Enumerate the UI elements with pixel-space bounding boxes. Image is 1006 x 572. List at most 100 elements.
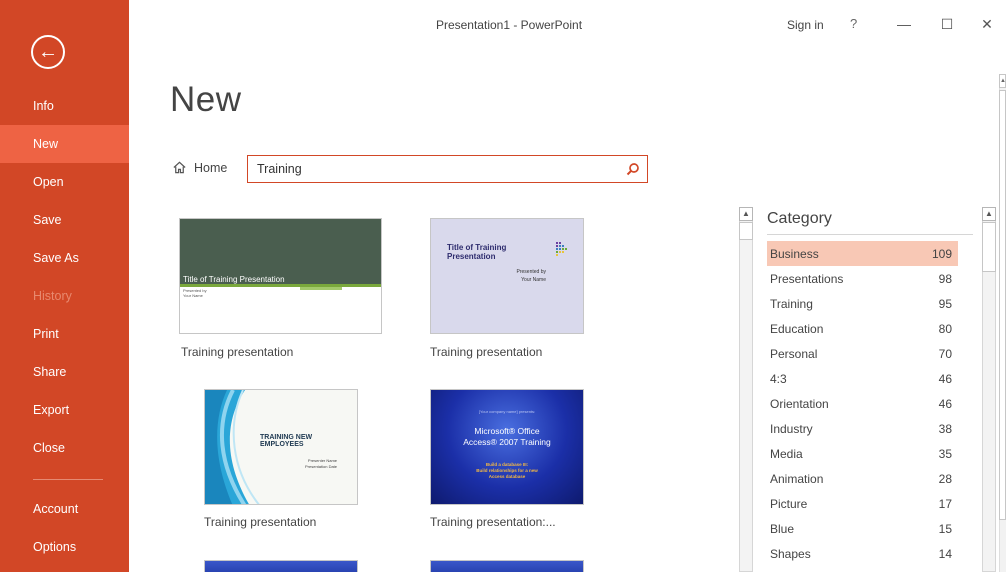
category-count: 38 xyxy=(938,421,952,436)
category-list: Business 109 Presentations 98 Training 95 E… xyxy=(767,241,958,566)
template-caption-4[interactable]: Training presentation:... xyxy=(430,515,556,529)
window-title: Presentation1 - PowerPoint xyxy=(435,18,583,32)
category-item-presentations[interactable]: Presentations 98 xyxy=(767,266,958,291)
nav-history-label: History xyxy=(33,289,72,303)
category-count: 46 xyxy=(938,396,952,411)
scroll-up-arrow-icon[interactable]: ▲ xyxy=(739,207,753,221)
category-item-blue[interactable]: Blue 15 xyxy=(767,516,958,541)
category-item-picture[interactable]: Picture 17 xyxy=(767,491,958,516)
thumb-title: Title of Training Presentation xyxy=(447,243,506,262)
template-caption-3[interactable]: Training presentation xyxy=(204,515,316,529)
thumb-subtitle: Presenter Name Presentation Date xyxy=(305,458,337,470)
category-name: Business xyxy=(770,246,819,261)
thumb-title-line: Access® 2007 Training xyxy=(463,436,551,447)
category-item-animation[interactable]: Animation 28 xyxy=(767,466,958,491)
nav-new-label: New xyxy=(33,137,59,151)
category-name: Picture xyxy=(770,496,808,511)
category-count: 14 xyxy=(938,546,952,561)
thumb-subtitle: Presented by Your Name xyxy=(517,269,546,284)
nav-account[interactable]: Account xyxy=(0,490,129,528)
template-thumbnail-3[interactable]: Training New Employees Presenter Name Pr… xyxy=(204,389,358,505)
maximize-icon[interactable]: ☐ xyxy=(934,12,960,36)
nav-print[interactable]: Print xyxy=(0,315,129,353)
category-item-industry[interactable]: Industry 38 xyxy=(767,416,958,441)
template-caption-2[interactable]: Training presentation xyxy=(430,345,542,359)
category-item-personal[interactable]: Personal 70 xyxy=(767,341,958,366)
scrollbar-thumb[interactable] xyxy=(982,222,996,272)
nav-share[interactable]: Share xyxy=(0,353,129,391)
nav-open-label: Open xyxy=(33,175,64,189)
category-heading: Category xyxy=(767,210,832,227)
dot-grid-decoration xyxy=(556,242,567,256)
scroll-up-arrow-icon[interactable]: ▲ xyxy=(999,74,1006,88)
category-item-media[interactable]: Media 35 xyxy=(767,441,958,466)
backstage-sidebar: ← Info New Open Save Save As History Pri… xyxy=(0,0,129,572)
category-item-orientation[interactable]: Orientation 46 xyxy=(767,391,958,416)
thumb-subtitle-line: Access database xyxy=(488,474,526,480)
nav-options[interactable]: Options xyxy=(0,528,129,566)
nav-account-label: Account xyxy=(33,502,79,516)
minimize-icon[interactable]: — xyxy=(891,12,917,36)
category-count: 35 xyxy=(938,446,952,461)
category-name: Media xyxy=(770,446,803,461)
category-name: Industry xyxy=(770,421,813,436)
scroll-up-arrow-icon[interactable]: ▲ xyxy=(982,207,996,221)
home-icon xyxy=(173,161,186,174)
template-thumbnail-1[interactable]: Title of Training Presentation Presented… xyxy=(179,218,382,334)
powerpoint-backstage: ← Info New Open Save Save As History Pri… xyxy=(0,0,1006,572)
nav-share-label: Share xyxy=(33,365,67,379)
sign-in-link[interactable]: Sign in xyxy=(787,18,824,32)
page-title: New xyxy=(170,80,242,119)
category-count: 46 xyxy=(938,371,952,386)
help-icon[interactable]: ? xyxy=(850,16,857,31)
template-thumbnail-2[interactable]: Title of Training Presentation Presented… xyxy=(430,218,584,334)
thumb-subtitle: Presented by Your Name xyxy=(183,288,207,298)
nav-close[interactable]: Close xyxy=(0,429,129,467)
category-item-4-3[interactable]: 4:3 46 xyxy=(767,366,958,391)
main-scrollbar-thumb[interactable] xyxy=(999,90,1006,520)
category-item-business[interactable]: Business 109 xyxy=(767,241,958,266)
thumb-subtitle-line: Presentation Date xyxy=(305,464,338,469)
title-bar: Presentation1 - PowerPoint Sign in ? — ☐… xyxy=(129,0,1006,52)
template-thumbnail-6[interactable] xyxy=(430,560,584,572)
nav-export[interactable]: Export xyxy=(0,391,129,429)
category-count: 17 xyxy=(938,496,952,511)
nav-info-label: Info xyxy=(33,99,54,113)
category-scrollbar-left[interactable] xyxy=(739,207,753,572)
nav-print-label: Print xyxy=(33,327,59,341)
nav-save-as[interactable]: Save As xyxy=(0,239,129,277)
category-item-training[interactable]: Training 95 xyxy=(767,291,958,316)
thumb-title: Title of Training Presentation xyxy=(183,275,285,284)
template-thumbnail-5[interactable] xyxy=(204,560,358,572)
thumb-title-line: Presentation xyxy=(447,251,496,261)
search-input[interactable] xyxy=(248,156,619,182)
nav-save-label: Save xyxy=(33,213,62,227)
search-box xyxy=(247,155,648,183)
scrollbar-thumb[interactable] xyxy=(739,222,753,240)
template-caption-1[interactable]: Training presentation xyxy=(181,345,293,359)
category-item-education[interactable]: Education 80 xyxy=(767,316,958,341)
category-divider xyxy=(767,234,973,235)
category-count: 109 xyxy=(931,246,952,261)
search-icon[interactable] xyxy=(619,156,647,182)
thumb-subtitle-line: Your Name xyxy=(183,293,203,299)
nav-new[interactable]: New xyxy=(0,125,129,163)
nav-close-label: Close xyxy=(33,441,65,455)
thumb-accent-line-2 xyxy=(300,287,342,290)
category-count: 98 xyxy=(938,271,952,286)
category-name: Animation xyxy=(770,471,824,486)
category-count: 15 xyxy=(938,521,952,536)
nav-open[interactable]: Open xyxy=(0,163,129,201)
close-icon[interactable]: ✕ xyxy=(974,12,1000,36)
category-item-shapes[interactable]: Shapes 14 xyxy=(767,541,958,566)
category-name: Education xyxy=(770,321,824,336)
home-link[interactable]: Home xyxy=(172,160,227,175)
nav-save[interactable]: Save xyxy=(0,201,129,239)
nav-info[interactable]: Info xyxy=(0,87,129,125)
category-count: 80 xyxy=(938,321,952,336)
back-arrow-icon[interactable]: ← xyxy=(31,35,65,69)
category-name: Shapes xyxy=(770,546,811,561)
category-count: 70 xyxy=(938,346,952,361)
template-thumbnail-4[interactable]: [Your company name] presents: Microsoft®… xyxy=(430,389,584,505)
sidebar-divider xyxy=(33,479,103,480)
